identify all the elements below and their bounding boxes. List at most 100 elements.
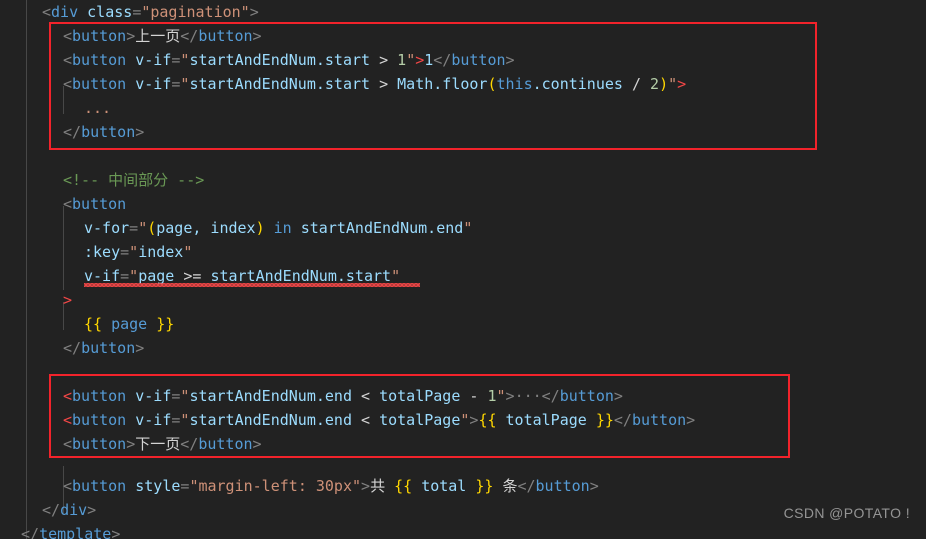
code-token: < — [63, 75, 73, 93]
code-line[interactable]: {{ page }} — [84, 312, 174, 336]
code-line[interactable]: </button> — [63, 336, 144, 360]
code-token: ) — [659, 75, 669, 93]
code-token: > — [370, 75, 398, 93]
code-token: 共 — [370, 477, 395, 495]
code-token: button — [72, 411, 127, 429]
code-token: totalPage — [379, 411, 461, 429]
code-content[interactable]: <div class="pagination"> <button>上一页</but… — [0, 0, 926, 539]
code-token: startAndEndNum.end — [189, 387, 352, 405]
code-line[interactable]: v-for="(page, index) in startAndEndNum.e… — [84, 216, 472, 240]
code-token: " — [496, 387, 506, 405]
code-token: 2 — [650, 75, 660, 93]
code-token: ( — [147, 219, 157, 237]
code-token: 1 — [424, 51, 434, 69]
code-line[interactable]: > — [63, 288, 72, 312]
code-token: button — [72, 51, 127, 69]
code-token: </ — [541, 387, 560, 405]
csdn-watermark: CSDN @POTATO ! — [783, 505, 910, 521]
code-token: button — [559, 387, 614, 405]
code-line[interactable]: </template> — [21, 522, 120, 539]
code-line[interactable]: <button v-if="startAndEndNum.end < total… — [63, 408, 695, 432]
code-token: template — [39, 525, 112, 539]
code-token: Math.floor — [397, 75, 488, 93]
code-token: page, index — [156, 219, 256, 237]
code-token: / — [622, 75, 651, 93]
code-token: < — [42, 3, 52, 21]
code-token: > — [135, 123, 145, 141]
code-line[interactable]: :key="index" — [84, 240, 192, 264]
code-line[interactable]: <button v-if="startAndEndNum.start > 1">… — [63, 48, 515, 72]
code-line[interactable]: <button>下一页</button> — [63, 432, 262, 456]
code-token: button — [198, 435, 253, 453]
code-token: < — [63, 27, 73, 45]
code-token: = — [132, 3, 142, 21]
code-token: <!-- 中间部分 --> — [63, 171, 205, 189]
code-token: > — [505, 387, 515, 405]
code-line[interactable]: <button — [63, 192, 126, 216]
code-token: style — [135, 477, 181, 495]
code-token: total — [421, 477, 467, 495]
code-token: </ — [42, 501, 61, 519]
code-token: button — [72, 27, 127, 45]
code-token: v-for — [84, 219, 130, 237]
code-token: < — [352, 387, 380, 405]
code-line[interactable]: <button>上一页</button> — [63, 24, 262, 48]
code-line[interactable]: </div> — [42, 498, 96, 522]
code-token: {{ — [84, 315, 103, 333]
code-token: < — [63, 387, 73, 405]
code-token: ) — [255, 219, 265, 237]
code-token: in — [273, 219, 292, 237]
code-token: button — [72, 75, 127, 93]
code-line[interactable]: ... — [84, 96, 111, 120]
error-squiggle — [84, 283, 420, 287]
code-token: > — [126, 27, 136, 45]
code-token: "pagination" — [141, 3, 250, 21]
code-line[interactable]: <button style="margin-left: 30px">共 {{ t… — [63, 474, 599, 498]
code-line[interactable]: <div class="pagination"> — [42, 0, 259, 24]
code-line[interactable]: </button> — [63, 120, 144, 144]
code-token: - — [460, 387, 488, 405]
code-token: button — [198, 27, 253, 45]
code-token: startAndEndNum.start — [189, 75, 371, 93]
code-token: margin-left — [198, 477, 298, 495]
code-token: div — [60, 501, 88, 519]
code-token: " — [668, 75, 678, 93]
code-line[interactable]: <button v-if="startAndEndNum.start > Mat… — [63, 72, 686, 96]
code-token: div — [51, 3, 79, 21]
code-token: this — [496, 75, 533, 93]
code-line[interactable]: <button v-if="startAndEndNum.end < total… — [63, 384, 623, 408]
code-token: {{ — [394, 477, 413, 495]
code-token: button — [72, 387, 127, 405]
code-token: < — [63, 477, 73, 495]
code-token: > — [252, 435, 262, 453]
code-token: button — [451, 51, 506, 69]
code-token: < — [63, 195, 73, 213]
code-token: totalPage — [379, 387, 461, 405]
code-token: " — [463, 219, 473, 237]
code-token: = — [129, 219, 139, 237]
code-token: > — [613, 387, 623, 405]
code-token: > — [589, 477, 599, 495]
code-token: > — [415, 51, 425, 69]
code-token: button — [81, 339, 136, 357]
code-token: </ — [180, 27, 199, 45]
code-token: < — [63, 411, 73, 429]
code-token: </ — [21, 525, 40, 539]
code-token: :key — [84, 243, 121, 261]
code-token: " — [183, 243, 193, 261]
code-token: > — [677, 75, 687, 93]
code-token: ( — [487, 75, 497, 93]
code-line[interactable]: <!-- 中间部分 --> — [63, 168, 204, 192]
code-token: 下一页 — [135, 435, 181, 453]
